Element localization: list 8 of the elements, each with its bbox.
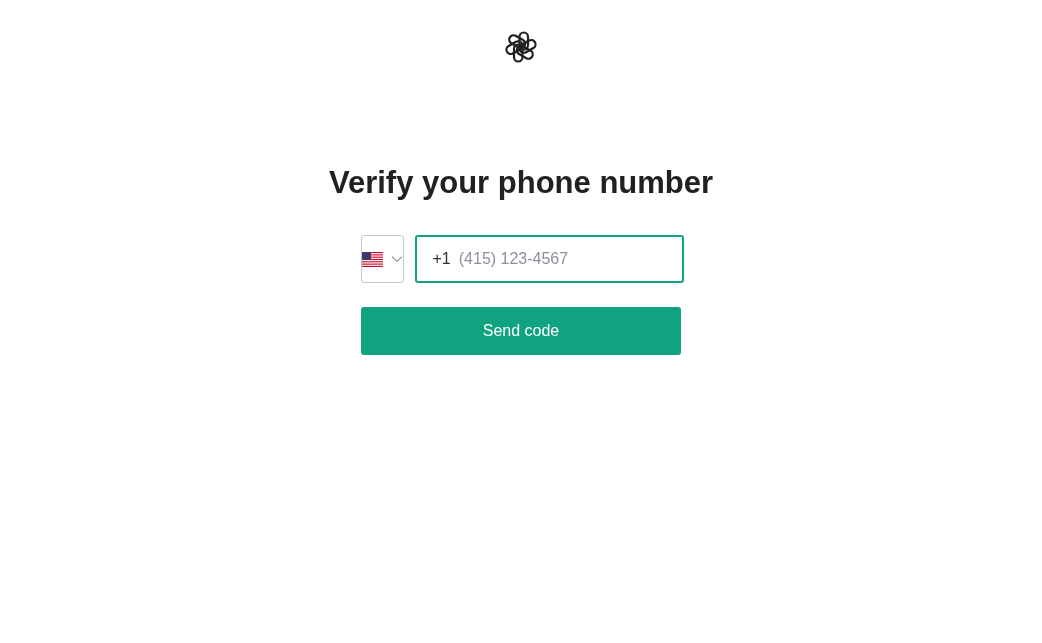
- country-select[interactable]: [360, 235, 404, 283]
- logo-icon: [505, 31, 537, 63]
- chevron-down-icon: [390, 255, 403, 263]
- flag-icon: [361, 251, 383, 267]
- phone-input-field[interactable]: +1 (415) 123-4567: [414, 235, 684, 283]
- country-code: +1: [432, 249, 451, 269]
- phone-number-input[interactable]: (415) 123-4567: [458, 247, 666, 271]
- page-title: Verify your phone number: [328, 164, 714, 202]
